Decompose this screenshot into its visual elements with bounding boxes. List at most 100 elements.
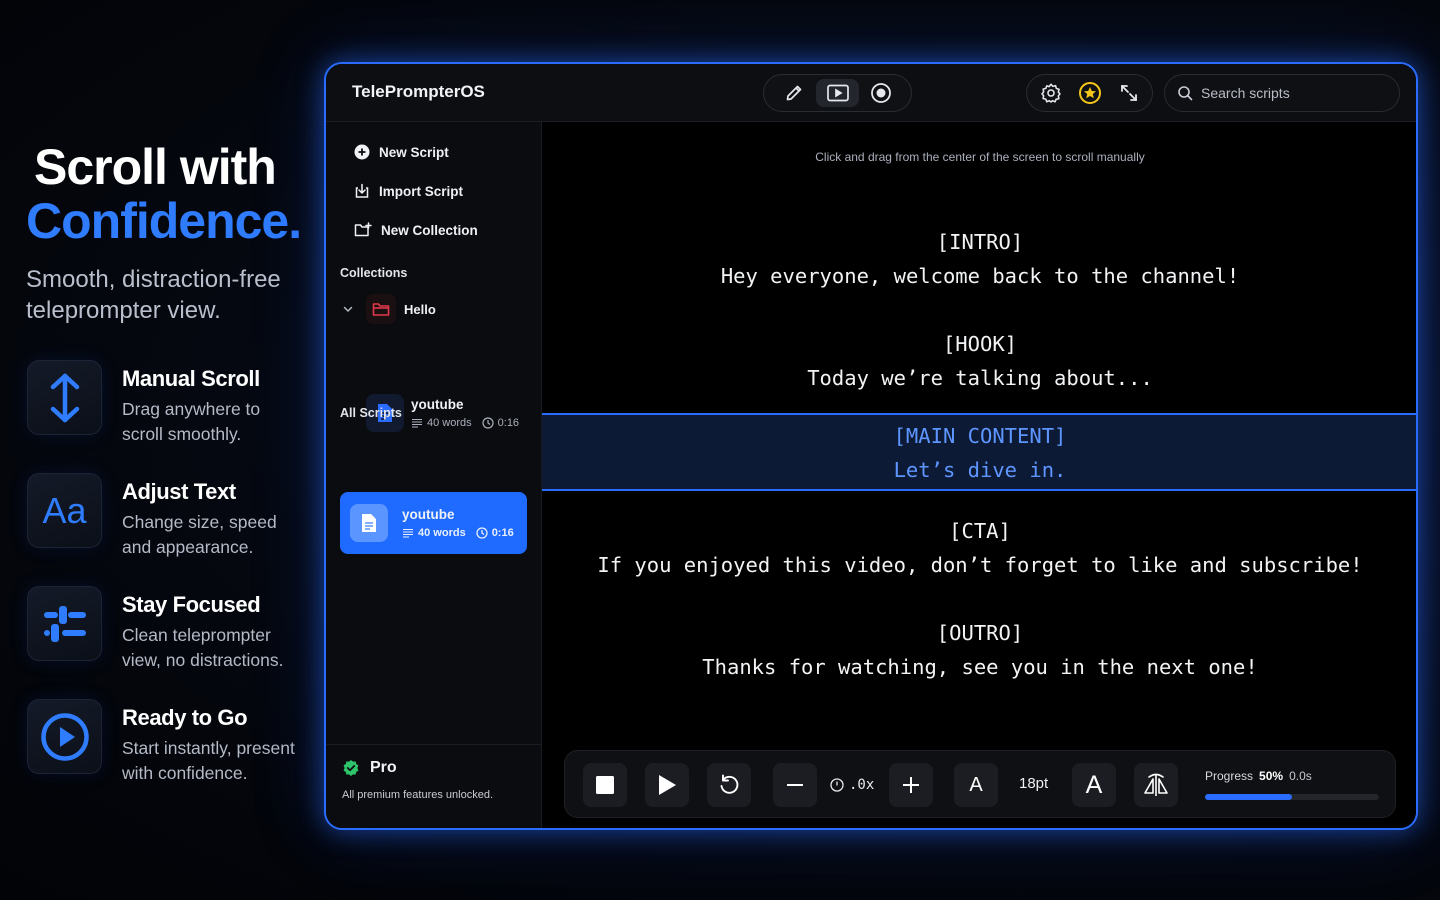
star-badge-icon (1078, 82, 1101, 104)
headline: Scroll with Confidence. (26, 140, 316, 248)
text-size-glyph: Aa (42, 489, 87, 531)
selected-script-item[interactable]: youtube 40 words 0:16 (340, 492, 527, 554)
pro-label: Pro (370, 759, 397, 776)
script-text-below: [CTA] If you enjoyed this video, don’t f… (542, 514, 1416, 684)
fullscreen-button[interactable] (1114, 78, 1144, 108)
new-script-label: New Script (379, 144, 449, 160)
mode-switcher (763, 74, 912, 112)
search-icon (1178, 86, 1193, 101)
speed-readout: .0x (830, 763, 874, 807)
collections-heading: Collections (340, 266, 408, 280)
title-bar: TelePrompterOS (326, 64, 1416, 122)
font-decrease-button[interactable]: A (954, 763, 998, 807)
promo-subtitle: Smooth, distraction-free teleprompter vi… (26, 266, 281, 324)
pro-description: All premium features unlocked. (342, 789, 494, 801)
font-small-icon: A (969, 773, 983, 796)
chevron-down-icon[interactable] (342, 303, 354, 315)
script-line: [INTRO] (936, 230, 1024, 254)
word-count-icon (412, 418, 422, 428)
speed-decrease-button[interactable] (773, 763, 817, 807)
feature-ready-to-go: Ready to Go Start instantly, present wit… (27, 699, 302, 812)
minus-icon (787, 784, 803, 786)
script-text-above: [INTRO] Hey everyone, welcome back to th… (542, 225, 1416, 395)
script-line: [OUTRO] (936, 621, 1024, 645)
import-icon (355, 183, 369, 198)
feature-list: Manual Scroll Drag anywhere to scroll sm… (27, 360, 302, 812)
folder-plus-icon (354, 222, 372, 237)
feature-stay-focused: Stay Focused Clean teleprompter view, no… (27, 586, 302, 699)
script-line: Today we’re talking about... (807, 366, 1153, 390)
import-script-button[interactable]: Import Script (354, 179, 463, 203)
word-count-icon (403, 528, 413, 538)
feature-desc: Drag anywhere to scroll smoothly. (122, 399, 261, 444)
speed-increase-button[interactable] (889, 763, 933, 807)
text-size-icon: Aa (27, 473, 102, 548)
settings-button[interactable] (1036, 78, 1066, 108)
script-line: Thanks for watching, see you in the next… (702, 655, 1258, 679)
font-increase-button[interactable]: A (1072, 763, 1116, 807)
feature-title: Ready to Go (122, 705, 248, 730)
feature-desc: Start instantly, present with confidence… (122, 738, 295, 783)
play-icon (659, 775, 676, 795)
feature-adjust-text: Aa Adjust Text Change size, speed and ap… (27, 473, 302, 586)
feature-desc: Change size, speed and appearance. (122, 512, 277, 557)
feature-desc: Clean teleprompter view, no distractions… (122, 625, 284, 670)
edit-mode-button[interactable] (772, 79, 816, 107)
headline-line-1: Scroll with (34, 139, 277, 195)
duration: 0:16 (491, 527, 514, 539)
font-large-icon: A (1085, 770, 1103, 799)
vertical-arrows-icon (27, 360, 102, 435)
import-script-label: Import Script (379, 183, 464, 199)
plus-icon (903, 777, 919, 793)
new-collection-button[interactable]: New Collection (354, 218, 478, 242)
mirror-flip-icon (1144, 773, 1168, 796)
script-line (542, 582, 1416, 616)
clock-icon (482, 417, 494, 429)
word-count: 40 words (427, 417, 472, 429)
feature-title: Stay Focused (122, 592, 261, 617)
script-line: [CTA] (949, 519, 1011, 543)
plus-circle-icon (354, 144, 370, 160)
playback-controls: .0x A 18pt A Progress 50% 0.0s (564, 750, 1396, 818)
stop-button[interactable] (583, 763, 627, 807)
gear-icon (1040, 83, 1061, 103)
present-icon (826, 84, 849, 102)
restart-icon (720, 774, 739, 794)
folder-icon (366, 294, 396, 324)
restart-button[interactable] (707, 763, 751, 807)
progress-label: Progress (1205, 769, 1254, 783)
font-size-readout: 18pt (1019, 775, 1049, 792)
app-window: TelePrompterOS Search scripts New Script… (324, 62, 1418, 830)
sliders-icon (27, 586, 102, 661)
prompter-view[interactable]: Click and drag from the center of the sc… (542, 122, 1416, 828)
feature-manual-scroll: Manual Scroll Drag anywhere to scroll sm… (27, 360, 302, 473)
clock-icon (476, 527, 488, 539)
collection-name: Hello (404, 301, 436, 317)
script-name: youtube (402, 507, 455, 522)
feature-title: Manual Scroll (122, 366, 260, 391)
progress-percent: 50% (1259, 769, 1284, 783)
new-collection-label: New Collection (381, 222, 478, 238)
scroll-hint: Click and drag from the center of the sc… (815, 150, 1145, 164)
collection-hello[interactable]: Hello (342, 294, 436, 324)
search-box (1164, 74, 1400, 112)
play-button[interactable] (645, 763, 689, 807)
new-script-button[interactable]: New Script (354, 140, 449, 164)
focus-line: [MAIN CONTENT] (893, 424, 1067, 448)
expand-icon (1120, 85, 1137, 101)
progress-time: 0.0s (1289, 769, 1312, 783)
pencil-icon (786, 85, 802, 101)
mirror-button[interactable] (1134, 763, 1178, 807)
script-line: [HOOK] (942, 332, 1018, 356)
progress-bar[interactable] (1205, 794, 1379, 800)
prompter-mode-button[interactable] (815, 79, 860, 107)
verified-badge-icon (343, 760, 359, 776)
search-input[interactable] (1201, 85, 1391, 101)
record-mode-button[interactable] (859, 79, 903, 107)
speed-icon (830, 778, 844, 792)
premium-button[interactable] (1075, 78, 1105, 108)
document-icon (350, 504, 388, 542)
all-scripts-heading: All Scripts (340, 406, 402, 420)
feature-title: Adjust Text (122, 479, 236, 504)
focus-highlight: [MAIN CONTENT] Let’s dive in. (542, 413, 1416, 491)
